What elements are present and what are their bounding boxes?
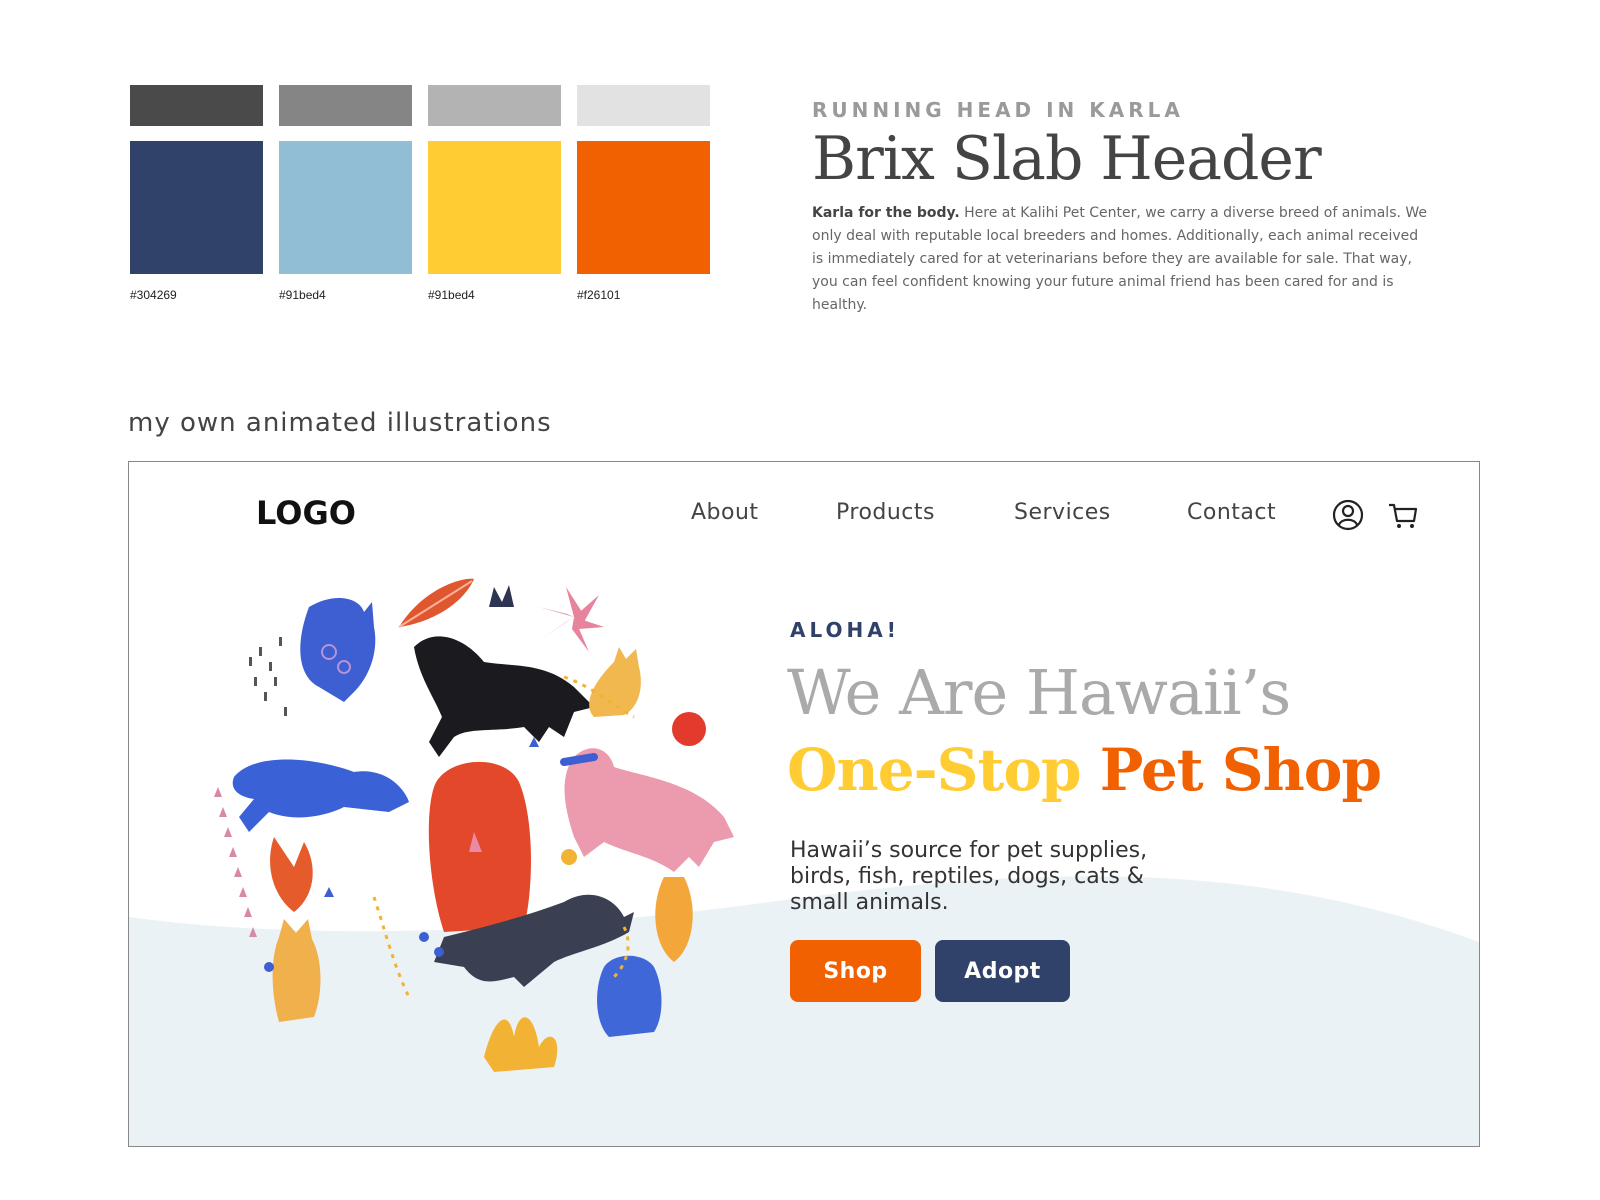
swatch-light-blue (279, 141, 412, 274)
hero-subtitle: Hawaii’s source for pet supplies, birds,… (790, 838, 1148, 915)
nav-products[interactable]: Products (836, 500, 935, 525)
cart-icon[interactable] (1387, 499, 1419, 531)
hex-label-2: #91bed4 (279, 288, 326, 302)
shop-button[interactable]: Shop (790, 940, 921, 1002)
swatch-neutral-2 (279, 85, 412, 126)
orange-shaggy-dog (428, 761, 531, 932)
nav-services[interactable]: Services (1014, 500, 1111, 525)
swatch-neutral-4 (577, 85, 710, 126)
animal-illustration (214, 578, 734, 1072)
pink-flower (539, 587, 604, 652)
hero-title-pet-shop: Pet Shop (1099, 736, 1382, 804)
swatch-neutral-3 (428, 85, 561, 126)
body-sample: Karla for the body. Here at Kalihi Pet C… (812, 202, 1432, 317)
blue-pug (597, 955, 662, 1037)
running-head: RUNNING HEAD IN KARLA (812, 98, 1184, 122)
nav-about[interactable]: About (691, 500, 759, 525)
hero-title-line1: We Are Hawaii’s (787, 656, 1291, 729)
swatch-navy (130, 141, 263, 274)
section-label: my own animated illustrations (128, 408, 552, 438)
black-dog (414, 636, 594, 757)
hex-label-1: #304269 (130, 288, 177, 302)
hero-kicker: ALOHA! (790, 618, 900, 642)
website-mockup: LOGO About Products Services Contact ALO… (128, 461, 1480, 1147)
body-sample-text: Here at Kalihi Pet Center, we carry a di… (812, 205, 1428, 313)
user-icon[interactable] (1332, 499, 1364, 531)
adopt-button[interactable]: Adopt (935, 940, 1070, 1002)
pink-dog (560, 748, 734, 872)
hex-label-4: #f26101 (577, 288, 621, 302)
hero-title-line2: One-Stop Pet Shop (787, 736, 1382, 804)
hero-title-one-stop: One-Stop (787, 736, 1082, 804)
blue-dog-top (300, 597, 376, 702)
hex-label-3: #91bed4 (428, 288, 475, 302)
logo[interactable]: LOGO (256, 494, 356, 532)
body-sample-bold: Karla for the body. (812, 205, 960, 221)
swatch-yellow (428, 141, 561, 274)
swatch-neutral-1 (130, 85, 263, 126)
header-sample: Brix Slab Header (812, 124, 1322, 194)
orange-cat (272, 919, 321, 1022)
swatch-orange (577, 141, 710, 274)
nav-contact[interactable]: Contact (1187, 500, 1276, 525)
blue-dog-left (232, 759, 409, 832)
